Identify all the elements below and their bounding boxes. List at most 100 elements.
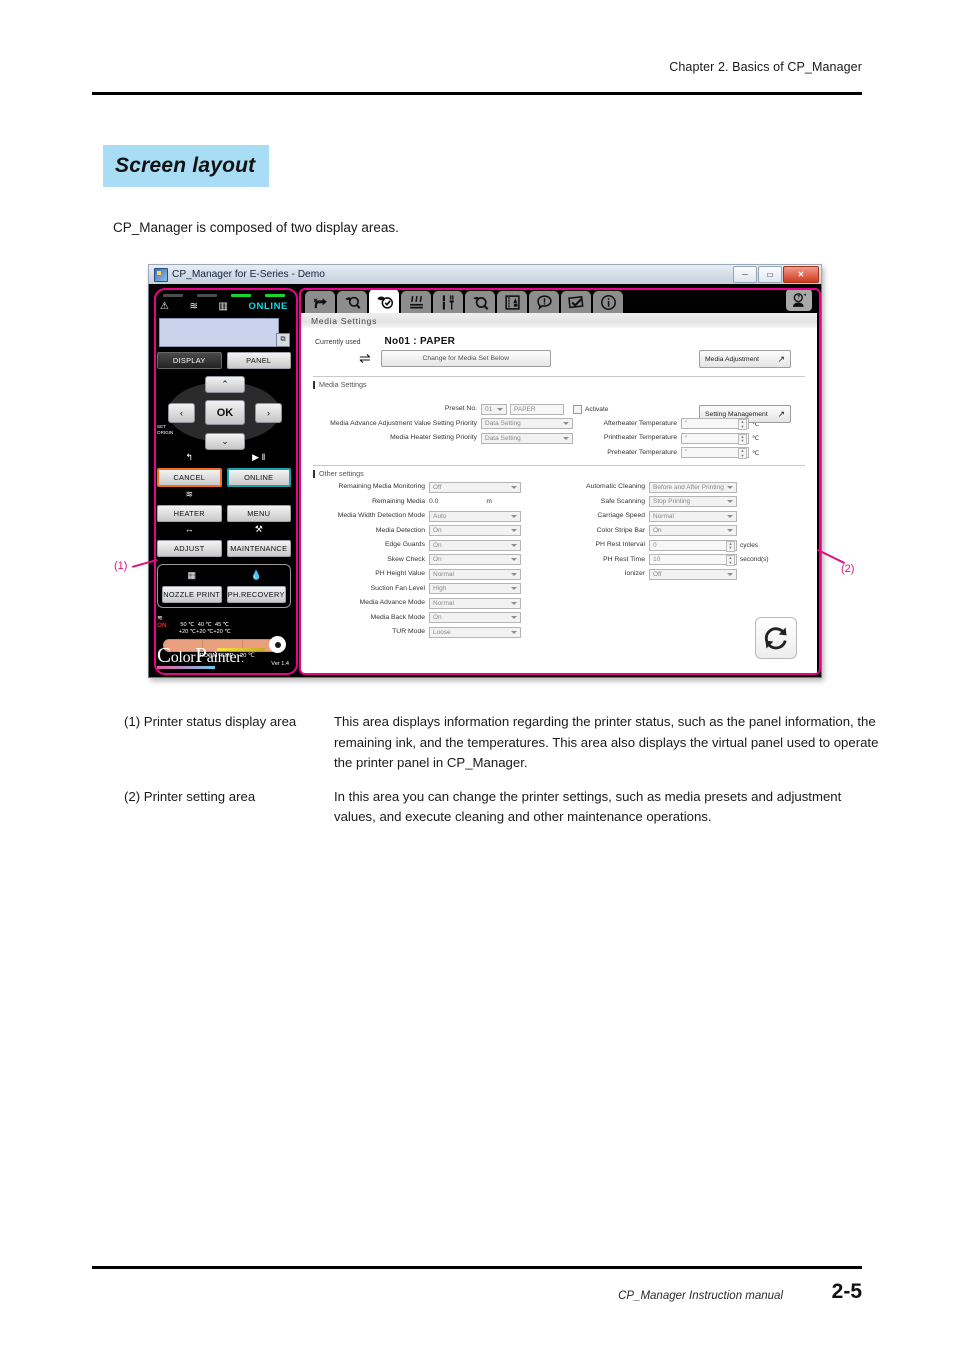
- value-ionizer: Off: [653, 570, 662, 578]
- app-screenshot: CP_Manager for E-Series - Demo ─ ▭ ✕ ⚠ ≋…: [148, 264, 822, 678]
- lcd-capture-icon[interactable]: ⧉: [276, 333, 290, 347]
- preset-name-input[interactable]: PAPER: [510, 403, 564, 415]
- close-button[interactable]: ✕: [783, 266, 819, 283]
- maintenance-glyph-icon: ⚒: [254, 524, 263, 534]
- label-suction-fan-level: Suction Fan Level: [370, 584, 425, 592]
- heater-on-label: ON: [157, 622, 167, 629]
- tab-heater[interactable]: [401, 291, 431, 313]
- select-remaining-media-monitoring[interactable]: Off: [429, 481, 521, 493]
- row-suction-fan-level: Suction Fan Level High: [313, 583, 559, 595]
- input-ph-rest-time[interactable]: 10 ▲ ▼: [649, 554, 737, 566]
- arrow-up-button[interactable]: ⌃: [205, 376, 245, 393]
- activate-checkbox[interactable]: Activate: [573, 404, 608, 414]
- maintenance-button[interactable]: MAINTENANCE: [226, 540, 291, 557]
- select-safe-scanning[interactable]: Stop Printing: [649, 496, 737, 507]
- select-edge-guards[interactable]: On: [429, 539, 521, 551]
- label-edge-guards: Edge Guards: [384, 541, 425, 549]
- ph-recovery-button[interactable]: PH.RECOVERY: [226, 586, 286, 603]
- panel-button[interactable]: PANEL: [226, 352, 291, 369]
- tab-print-check[interactable]: [337, 291, 367, 313]
- tab-media-settings[interactable]: [369, 289, 399, 313]
- tab-checklist[interactable]: [561, 291, 591, 313]
- select-media-width-detection-mode[interactable]: Auto: [429, 510, 521, 522]
- change-media-button[interactable]: Change for Media Set Below: [380, 350, 551, 367]
- arrow-down-button[interactable]: ⌄: [205, 433, 245, 450]
- refresh-circular-icon: [764, 627, 787, 650]
- select-media-back-mode[interactable]: On: [429, 612, 521, 623]
- label-ph-rest-time: PH Rest Time: [603, 555, 645, 563]
- printheater-input[interactable]: " ▲ ▼: [681, 432, 749, 445]
- nozzle-print-button[interactable]: NOZZLE PRINT: [162, 586, 222, 603]
- row-ionizer: Ionizer Off: [569, 568, 799, 580]
- label-tur-mode: TUR Mode: [392, 628, 425, 636]
- tab-maintenance[interactable]: [433, 291, 463, 313]
- heater-button[interactable]: HEATER: [157, 505, 222, 522]
- tab-information[interactable]: [593, 291, 623, 313]
- select-suction-fan-level[interactable]: High: [429, 583, 521, 594]
- select-ionizer[interactable]: Off: [649, 568, 737, 580]
- spinner-icon[interactable]: ▲ ▼: [738, 419, 747, 430]
- input-ph-rest-interval[interactable]: 0 ▲ ▼: [649, 539, 737, 552]
- temp-target-3: 45 ℃: [215, 622, 230, 628]
- online-button[interactable]: ONLINE: [226, 468, 291, 487]
- arrow-left-button[interactable]: ‹: [168, 403, 195, 423]
- tab-alerts[interactable]: [529, 291, 559, 313]
- tab-nozzle-check[interactable]: [465, 291, 495, 313]
- select-media-detection[interactable]: On: [429, 525, 521, 536]
- preset-no-select[interactable]: 01: [481, 403, 507, 415]
- chevron-down-icon: [511, 587, 517, 590]
- spinner-icon[interactable]: ▲ ▼: [726, 540, 735, 552]
- footer-page-number: 2-5: [831, 1280, 862, 1303]
- external-link-icon: ↗: [777, 353, 785, 364]
- media-settings-fields: Setting Management ↗ Preset No. 01 PAPER: [313, 403, 805, 461]
- minimize-button[interactable]: ─: [733, 266, 757, 283]
- adjust-button[interactable]: ADJUST: [157, 540, 222, 557]
- spinner-icon[interactable]: ▲ ▼: [738, 433, 747, 445]
- spinner-icon[interactable]: ▲ ▼: [726, 555, 735, 566]
- swap-arrows-icon: ⇌: [359, 350, 371, 366]
- panel-title: Media Settings: [301, 313, 817, 328]
- media-advance-priority-select[interactable]: Data Setting: [481, 418, 573, 429]
- menu-button[interactable]: MENU: [226, 505, 291, 522]
- ok-button[interactable]: OK: [205, 400, 245, 425]
- select-color-stripe-bar[interactable]: On: [649, 525, 737, 536]
- currently-used-value: No01 : PAPER: [384, 336, 456, 347]
- refresh-button[interactable]: [755, 617, 797, 659]
- currently-used-row: Currently used No01 : PAPER: [315, 336, 805, 347]
- warning-icon: ⚠: [160, 300, 169, 312]
- tab-ink[interactable]: [497, 291, 527, 313]
- chevron-down-icon: [511, 485, 517, 489]
- chevron-down-icon: [727, 529, 733, 532]
- temp-target-1: 50 ℃: [180, 622, 195, 628]
- description-term-1: (1) Printer status display area: [124, 714, 297, 729]
- media-advance-priority-label: Media Advance Adjustment Value Setting P…: [330, 419, 477, 427]
- help-person-icon[interactable]: [786, 289, 812, 311]
- other-settings-left-column: Remaining Media Monitoring Off Remaining…: [313, 481, 559, 641]
- preheater-input[interactable]: " ▲ ▼: [681, 447, 749, 459]
- row-media-width-detection-mode: Media Width Detection Mode Auto: [313, 510, 559, 522]
- label-media-detection: Media Detection: [375, 526, 425, 534]
- status-icon-row: ⚠ ≋ ▥ ONLINE: [157, 300, 291, 318]
- display-button[interactable]: DISPLAY: [157, 352, 222, 369]
- media-adjustment-button[interactable]: Media Adjustment ↗: [699, 350, 791, 368]
- select-skew-check[interactable]: On: [429, 554, 521, 565]
- media-heater-priority-select[interactable]: Data Setting: [481, 432, 573, 444]
- media-settings-group-label: Media Settings: [319, 380, 367, 389]
- display-panel-buttons: DISPLAY PANEL: [157, 352, 291, 369]
- select-carriage-speed[interactable]: Normal: [649, 510, 737, 522]
- afterheater-input[interactable]: " ▲ ▼: [681, 418, 749, 430]
- cancel-button[interactable]: CANCEL: [157, 468, 222, 487]
- select-media-advance-mode[interactable]: Normal: [429, 597, 521, 609]
- row-media-back-mode: Media Back Mode On: [313, 612, 559, 624]
- select-automatic-cleaning[interactable]: Before and After Printing: [649, 481, 737, 493]
- arrow-right-button[interactable]: ›: [255, 403, 282, 423]
- spinner-icon[interactable]: ▲ ▼: [738, 448, 747, 459]
- tab-media-load[interactable]: [305, 291, 335, 313]
- description-row-1: (1) Printer status display area This are…: [124, 712, 884, 774]
- row-carriage-speed: Carriage Speed Normal: [569, 510, 799, 522]
- select-tur-mode[interactable]: Loose: [429, 626, 521, 638]
- online-glyph-icon: ▶ ‖: [252, 452, 266, 462]
- maximize-button[interactable]: ▭: [758, 266, 782, 283]
- select-ph-height-value[interactable]: Normal: [429, 568, 521, 580]
- area-descriptions: (1) Printer status display area This are…: [124, 712, 884, 841]
